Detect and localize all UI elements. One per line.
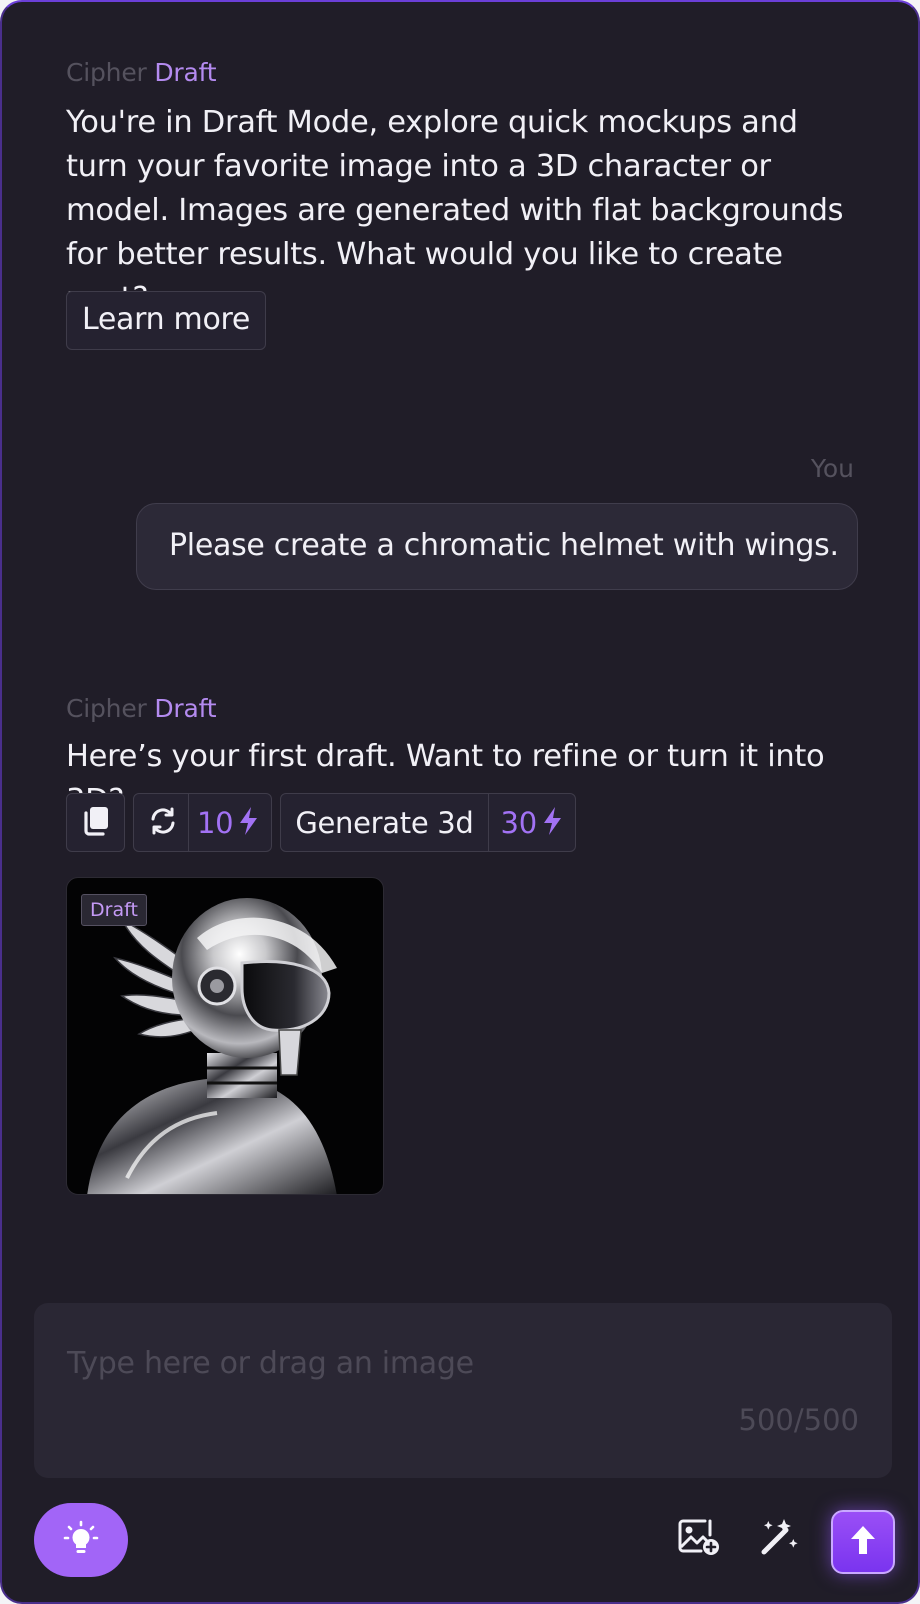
regenerate-icon-seg <box>134 794 188 851</box>
enhance-prompt-button[interactable] <box>752 1512 806 1566</box>
generate-3d-cost: 30 <box>487 794 575 851</box>
message-actions: 10 Generate 3d 30 <box>66 793 576 852</box>
input-placeholder: Type here or drag an image <box>67 1346 474 1381</box>
lightbulb-icon <box>61 1518 101 1562</box>
sender-mode: Draft <box>154 694 217 723</box>
copy-icon <box>81 805 111 841</box>
generate-3d-cost-value: 30 <box>500 805 538 840</box>
add-image-icon <box>677 1517 721 1561</box>
regenerate-cost-value: 10 <box>197 805 234 840</box>
sender-mode: Draft <box>154 58 217 87</box>
add-image-button[interactable] <box>672 1512 726 1566</box>
message-input[interactable]: Type here or drag an image 500/500 <box>34 1303 892 1478</box>
chat-panel: Cipher Draft You're in Draft Mode, explo… <box>0 0 920 1604</box>
send-button[interactable] <box>831 1510 895 1574</box>
sender-name: Cipher <box>66 58 147 87</box>
regenerate-button[interactable]: 10 <box>133 793 273 852</box>
user-message: Please create a chromatic helmet with wi… <box>136 503 858 590</box>
learn-more-button[interactable]: Learn more <box>66 291 266 350</box>
copy-button[interactable] <box>66 793 125 852</box>
sender-name: Cipher <box>66 694 147 723</box>
generate-3d-button[interactable]: Generate 3d 30 <box>280 793 576 852</box>
lightning-icon <box>541 806 563 840</box>
generate-3d-label-seg: Generate 3d <box>281 794 487 851</box>
sender-label: Cipher Draft <box>66 58 217 87</box>
generate-3d-label: Generate 3d <box>295 805 474 840</box>
arrow-up-icon <box>848 1523 878 1561</box>
draft-image[interactable]: Draft <box>66 877 384 1195</box>
assistant-message: You're in Draft Mode, explore quick mock… <box>66 105 844 316</box>
user-label: You <box>810 454 854 483</box>
draft-badge: Draft <box>81 894 147 926</box>
refresh-icon <box>148 806 178 840</box>
sender-label: Cipher Draft <box>66 694 217 723</box>
magic-wand-icon <box>758 1516 800 1562</box>
ideas-button[interactable] <box>34 1503 128 1577</box>
character-counter: 500/500 <box>738 1403 859 1437</box>
lightning-icon <box>237 806 259 840</box>
regenerate-cost: 10 <box>188 794 271 851</box>
